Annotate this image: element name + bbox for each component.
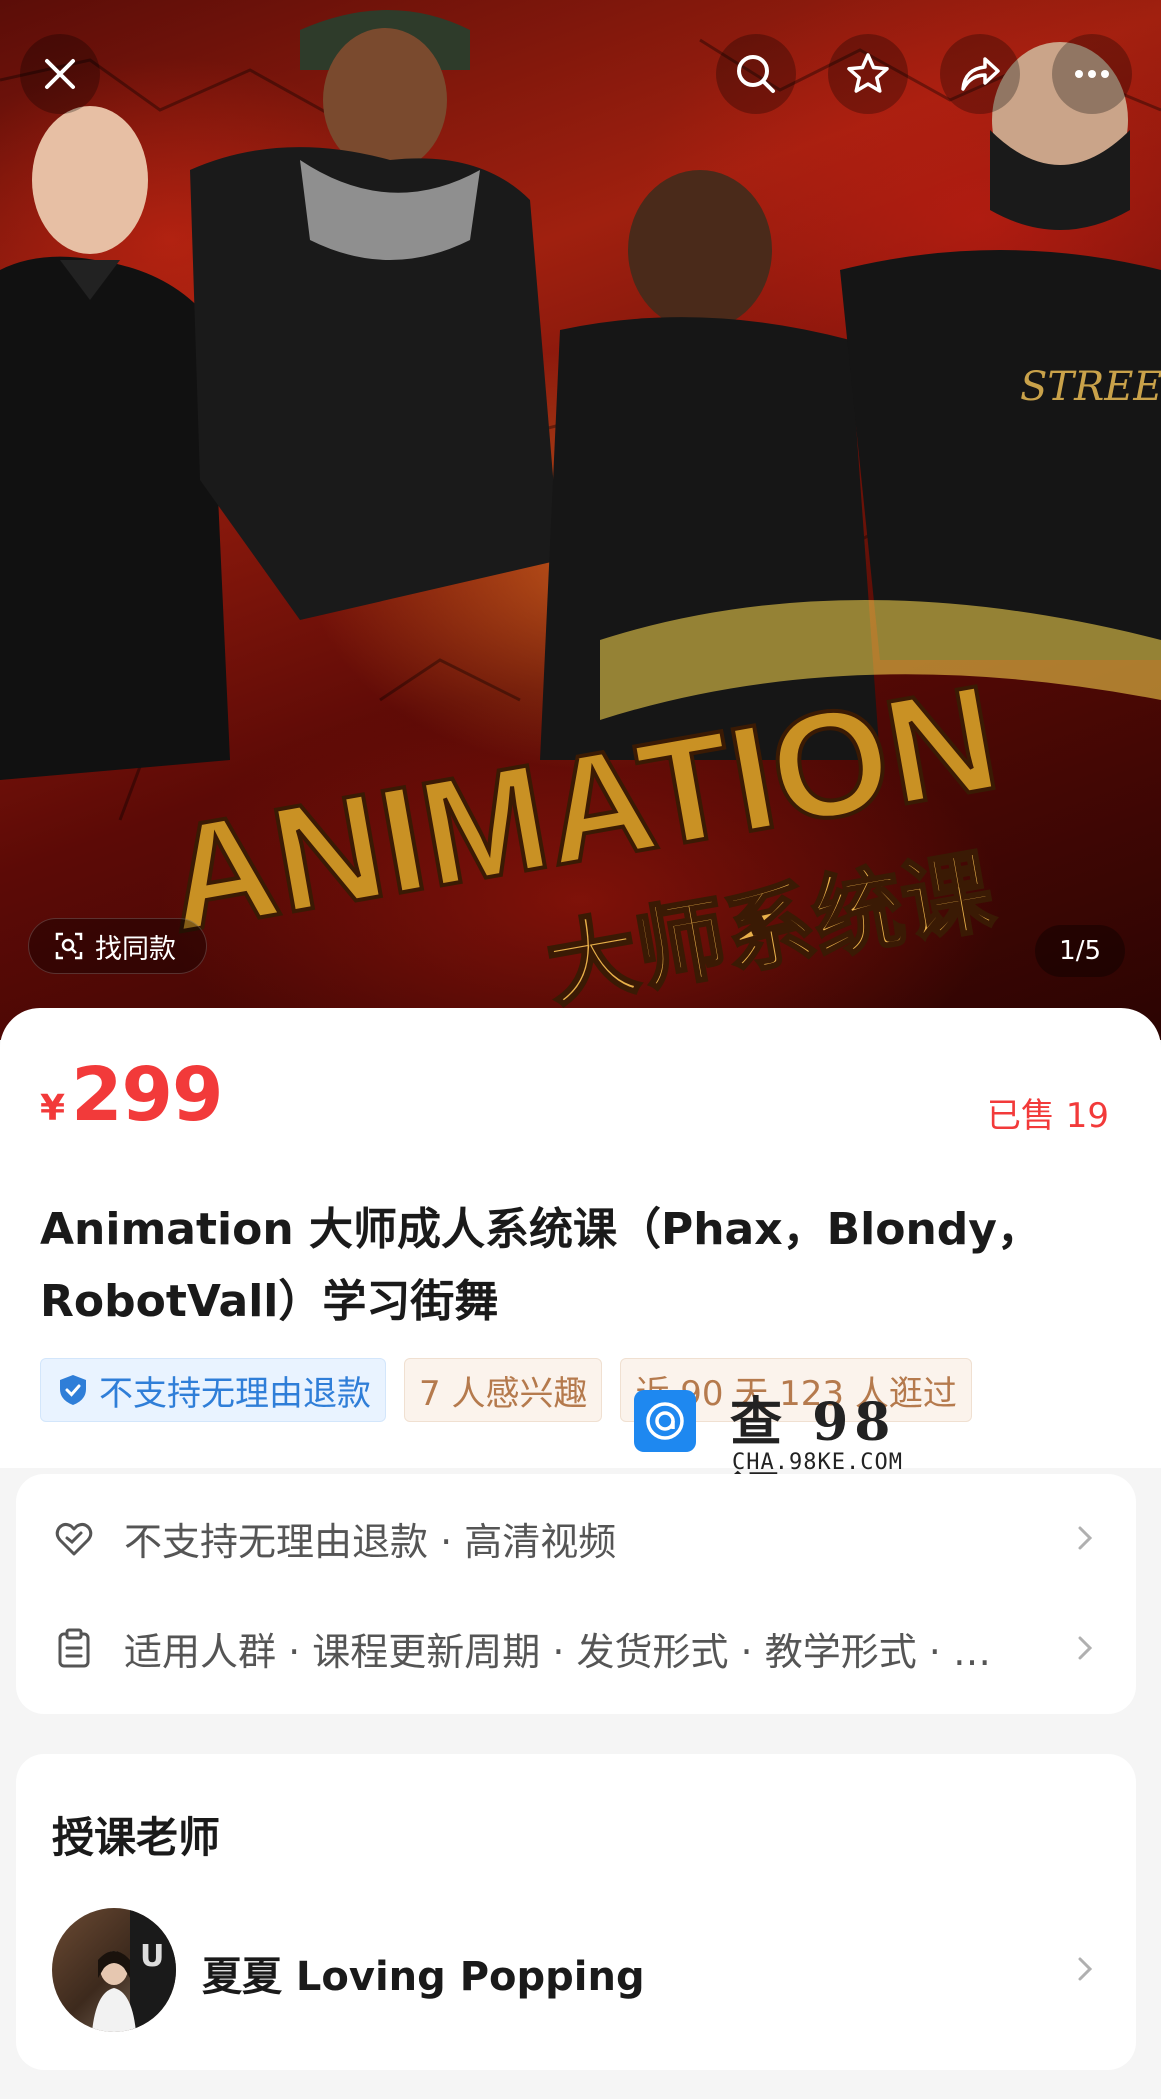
scan-icon xyxy=(55,932,83,960)
course-banner-image: STREET DANCE ACADEMY ANIMATION 大师系统课 xyxy=(0,10,1161,1022)
refund-policy-tag[interactable]: 不支持无理由退款 xyxy=(40,1358,386,1422)
search-button[interactable] xyxy=(716,34,796,114)
product-image-carousel[interactable]: STREET DANCE ACADEMY ANIMATION 大师系统课 xyxy=(0,0,1161,1040)
heart-shield-icon xyxy=(55,1522,93,1556)
shield-check-icon xyxy=(60,1375,86,1405)
shirt-print-text: STREET DANCE ACADEMY xyxy=(1020,364,1161,410)
watermark-logo-icon xyxy=(634,1390,696,1452)
refund-policy-label: 不支持无理由退款 xyxy=(99,1373,371,1414)
teacher-row[interactable]: U 夏夏 Loving Popping xyxy=(16,1904,1136,2034)
search-icon xyxy=(737,55,775,93)
teacher-name: 夏夏 Loving Popping xyxy=(202,1954,645,2000)
svg-text:U: U xyxy=(140,1939,164,1974)
image-page-indicator: 1/5 xyxy=(1035,925,1125,977)
find-similar-button[interactable]: 找同款 xyxy=(28,918,207,974)
share-button[interactable] xyxy=(940,34,1020,114)
watermark: 查 98 课 CHA.98KE.COM xyxy=(634,1380,934,1528)
star-icon xyxy=(847,53,889,93)
service-row-details[interactable]: 适用人群 · 课程更新周期 · 发货形式 · 教学形式 · … xyxy=(16,1598,1136,1698)
currency-symbol: ¥ xyxy=(40,1088,66,1129)
chevron-right-icon xyxy=(1078,1957,1093,1981)
share-icon xyxy=(961,57,1000,91)
service-info-card: 不支持无理由退款 · 高清视频 适用人群 · 课程更新周期 · 发货形式 · 教… xyxy=(16,1474,1136,1714)
watermark-url: CHA.98KE.COM xyxy=(732,1450,903,1475)
product-info-card: ¥ 299 已售 19 Animation 大师成人系统课（Phax，Blond… xyxy=(0,1008,1161,1468)
more-icon xyxy=(1075,70,1109,78)
favorite-button[interactable] xyxy=(828,34,908,114)
service-row-text: 适用人群 · 课程更新周期 · 发货形式 · 教学形式 · … xyxy=(124,1629,991,1674)
dancer-figure-4: STREET DANCE ACADEMY xyxy=(840,42,1161,660)
service-row-refund[interactable]: 不支持无理由退款 · 高清视频 xyxy=(16,1488,1136,1588)
chevron-right-icon xyxy=(1078,1526,1093,1550)
teacher-card: 授课老师 U 夏夏 Loving Popping xyxy=(16,1754,1136,2070)
price-amount: 299 xyxy=(71,1052,223,1138)
teacher-section-heading: 授课老师 xyxy=(52,1813,221,1862)
interest-count-tag: 7 人感兴趣 xyxy=(404,1358,603,1422)
product-title: Animation 大师成人系统课（Phax，Blondy，RobotVall）… xyxy=(40,1204,1041,1327)
chevron-right-icon xyxy=(1078,1636,1093,1660)
teacher-avatar: U xyxy=(52,1908,176,2032)
find-similar-label: 找同款 xyxy=(95,933,176,965)
close-icon xyxy=(45,59,75,89)
service-row-text: 不支持无理由退款 · 高清视频 xyxy=(124,1519,617,1564)
price: ¥ 299 xyxy=(40,1052,224,1138)
clipboard-icon xyxy=(58,1628,90,1668)
dancer-figure-2 xyxy=(190,10,560,620)
more-button[interactable] xyxy=(1052,34,1132,114)
sold-count: 已售 19 xyxy=(986,1096,1109,1136)
close-button[interactable] xyxy=(20,34,100,114)
